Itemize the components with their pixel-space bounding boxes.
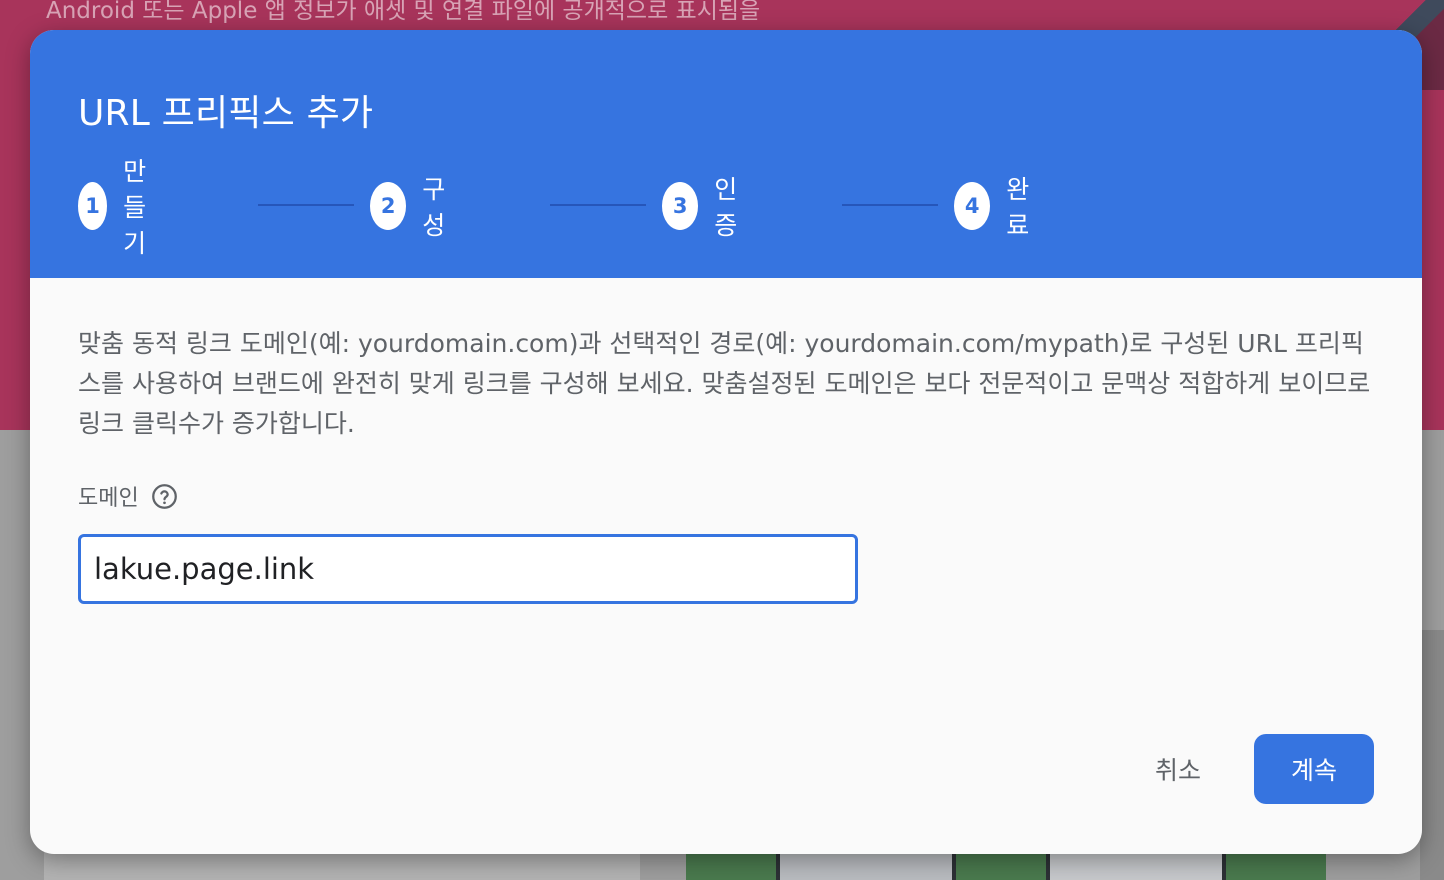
step-label: 인증 <box>714 175 738 240</box>
step-create: 1 만들기 <box>78 157 165 258</box>
step-connector <box>550 204 646 206</box>
step-label: 구성 <box>422 175 446 240</box>
domain-field-label: 도메인 <box>78 480 178 512</box>
background-page-text: Android 또는 Apple 앱 정보가 애셋 및 연결 파일에 공개적으로… <box>46 0 761 24</box>
help-circle-icon[interactable] <box>151 483 178 510</box>
dialog-body: 맞춤 동적 링크 도메인(예: yourdomain.com)과 선택적인 경로… <box>30 278 1422 854</box>
step-label: 완료 <box>1006 175 1030 240</box>
domain-input[interactable] <box>78 534 858 604</box>
step-connector <box>258 204 354 206</box>
cancel-button[interactable]: 취소 <box>1134 734 1222 804</box>
step-configure: 2 구성 <box>370 175 457 240</box>
dialog-header: URL 프리픽스 추가 1 만들기 2 구성 3 인증 4 완료 <box>30 30 1422 278</box>
step-number: 4 <box>954 182 991 230</box>
background-thumbnails <box>686 852 1336 880</box>
background-side-strip <box>1420 630 1444 880</box>
step-connector <box>842 204 938 206</box>
step-number: 2 <box>370 182 407 230</box>
dialog-title: URL 프리픽스 추가 <box>78 93 374 134</box>
step-finish: 4 완료 <box>954 175 1041 240</box>
step-verify: 3 인증 <box>662 175 749 240</box>
continue-button[interactable]: 계속 <box>1254 734 1374 804</box>
step-number: 1 <box>78 182 108 230</box>
add-url-prefix-dialog: URL 프리픽스 추가 1 만들기 2 구성 3 인증 4 완료 맞춤 동적 링… <box>30 30 1422 854</box>
step-number: 3 <box>662 182 699 230</box>
step-label: 만들기 <box>123 157 147 258</box>
dialog-description: 맞춤 동적 링크 도메인(예: yourdomain.com)과 선택적인 경로… <box>78 329 1371 438</box>
domain-label-text: 도메인 <box>78 486 139 511</box>
